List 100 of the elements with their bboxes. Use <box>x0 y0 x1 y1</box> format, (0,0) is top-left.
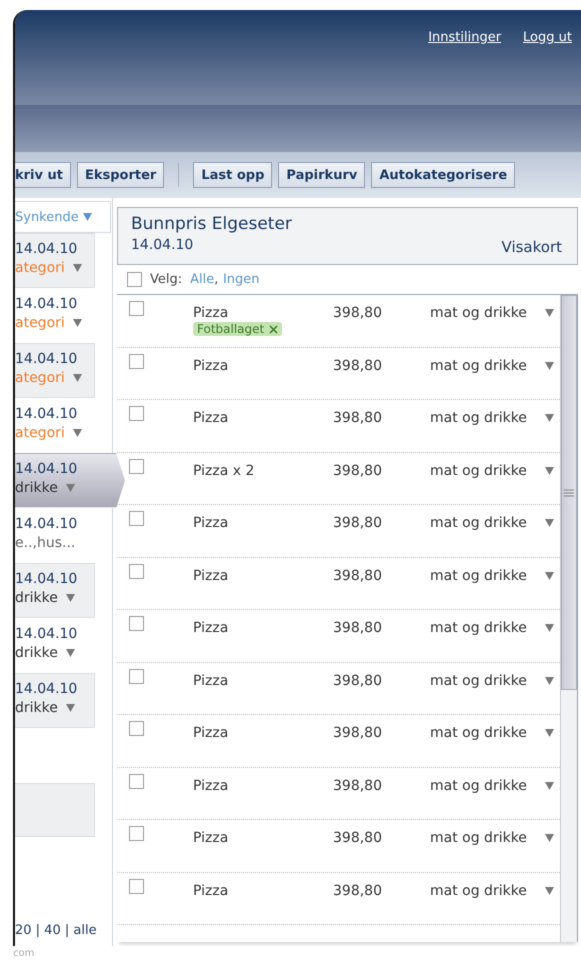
category-label: ategori <box>15 425 65 441</box>
caret-icon[interactable] <box>545 572 554 580</box>
row-checkbox[interactable] <box>129 406 144 421</box>
receipt-list-item[interactable]: 14.04.10 ategori <box>15 288 95 343</box>
caret-icon[interactable] <box>545 729 554 737</box>
row-checkbox[interactable] <box>129 616 144 631</box>
toolbar-button[interactable]: Eksporter <box>76 162 164 188</box>
item-name: Pizza <box>193 410 228 426</box>
toolbar-button[interactable]: Papirkurv <box>278 162 366 188</box>
caret-icon[interactable] <box>545 676 554 684</box>
tag: Fotballaget <box>193 322 282 336</box>
receipt-date: 14.04.10 <box>15 296 78 312</box>
item-name: Pizza <box>193 620 228 636</box>
caret-icon[interactable] <box>66 649 75 657</box>
header-link[interactable]: Innstilinger <box>428 30 502 45</box>
category-label: ategori <box>15 315 65 331</box>
receipt-list-item[interactable]: 14.04.10 drikke <box>15 673 95 728</box>
receipt-list-item[interactable]: 14.04.10 drikke <box>15 618 95 673</box>
caret-icon[interactable] <box>545 519 554 527</box>
category-label: mat og drikke <box>430 672 527 688</box>
page-size-links[interactable]: 20 | 40 | alle <box>15 923 112 938</box>
caret-icon[interactable] <box>82 213 92 221</box>
header-link[interactable]: Logg ut <box>523 30 572 45</box>
item-name: Pizza <box>193 568 228 584</box>
category-label: mat og drikke <box>430 305 527 321</box>
caret-icon[interactable] <box>66 704 75 712</box>
receipt-list-item[interactable]: 14.04.10 drikke <box>15 453 125 508</box>
category-label: mat og drikke <box>430 778 527 794</box>
toolbar-button[interactable]: Autokategorisere <box>371 162 516 188</box>
category-label: mat og drikke <box>430 410 527 426</box>
toolbar-button[interactable]: kriv ut <box>15 162 71 188</box>
item-name: Pizza <box>193 830 228 846</box>
row-checkbox[interactable] <box>129 668 144 684</box>
row-checkbox[interactable] <box>129 301 144 316</box>
category-label: drikke <box>15 645 58 661</box>
caret-icon[interactable] <box>545 624 554 632</box>
comma: , <box>214 272 218 287</box>
caret-icon[interactable] <box>72 319 82 327</box>
category-label: mat og drikke <box>430 462 527 478</box>
caret-icon[interactable] <box>72 264 82 272</box>
receipt-date: 14.04.10 <box>15 241 78 257</box>
item-name: Pizza <box>193 672 228 688</box>
receipt-date: 14.04.10 <box>15 626 78 642</box>
category-label: mat og drikke <box>430 620 527 636</box>
item-amount: 398,80 <box>333 462 383 478</box>
caret-icon[interactable] <box>545 414 554 422</box>
receipt-date: 14.04.10 <box>15 351 78 367</box>
receipt-list-item[interactable]: 14.04.10 ategori <box>15 398 95 453</box>
category-label: drikke <box>15 480 58 496</box>
caret-icon[interactable] <box>72 429 82 437</box>
caret-icon[interactable] <box>72 374 82 382</box>
row-checkbox[interactable] <box>129 721 144 736</box>
grip-icon <box>564 488 574 496</box>
receipt-date: 14.04.10 <box>15 681 78 697</box>
category-label: mat og drikke <box>430 725 527 741</box>
caret-icon[interactable] <box>545 466 554 474</box>
item-name: Pizza <box>193 778 228 794</box>
caret-icon[interactable] <box>66 484 75 492</box>
receipt-list-item[interactable]: 14.04.10 ategori <box>15 233 95 288</box>
caret-icon[interactable] <box>545 362 554 370</box>
row-checkbox[interactable] <box>129 458 144 474</box>
receipt-date: 14.04.10 <box>15 461 78 477</box>
scrollbar-thumb[interactable] <box>561 295 577 690</box>
row-checkbox[interactable] <box>129 354 144 368</box>
receipt-date: 14.04.10 <box>15 571 78 587</box>
select-all-checkbox[interactable] <box>127 272 142 287</box>
item-amount: 398,80 <box>333 776 383 794</box>
row-checkbox[interactable] <box>129 511 144 526</box>
caret-icon[interactable] <box>545 782 554 790</box>
item-amount: 398,80 <box>333 304 383 321</box>
caret-icon[interactable] <box>545 309 554 317</box>
close-icon[interactable] <box>269 324 278 334</box>
caret-icon[interactable] <box>545 886 554 894</box>
toolbar-button[interactable]: Last opp <box>193 162 272 188</box>
category-label: mat og drikke <box>430 515 527 531</box>
row-checkbox[interactable] <box>129 774 144 788</box>
row-checkbox[interactable] <box>129 564 144 578</box>
receipt-list-item[interactable]: 14.04.10 e..,hus... <box>15 508 95 563</box>
category-label: ategori <box>15 370 65 386</box>
receipt-date: 14.04.10 <box>131 237 194 253</box>
item-amount: 398,80 <box>333 672 383 688</box>
receipt-list-item[interactable]: 14.04.10 ategori <box>15 343 95 398</box>
item-amount: 398,80 <box>333 619 383 636</box>
row-checkbox[interactable] <box>129 878 144 894</box>
item-amount: 398,80 <box>333 409 383 426</box>
item-amount: 398,80 <box>333 829 383 846</box>
footer-text: com <box>13 948 36 959</box>
category-label: mat og drikke <box>430 882 527 898</box>
item-amount: 398,80 <box>333 356 383 374</box>
row-checkbox[interactable] <box>129 826 144 841</box>
receipt-list-item[interactable]: 14.04.10 drikke <box>15 563 95 618</box>
item-name: Pizza <box>193 358 228 374</box>
category-label: drikke <box>15 590 58 606</box>
item-name: Pizza <box>193 305 228 321</box>
caret-icon[interactable] <box>66 594 75 602</box>
item-name: Pizza <box>193 725 228 741</box>
category-label: drikke <box>15 700 58 716</box>
receipt-date: 14.04.10 <box>15 406 78 422</box>
caret-icon[interactable] <box>545 834 554 842</box>
store-name: Bunnpris Elgeseter <box>131 214 293 234</box>
